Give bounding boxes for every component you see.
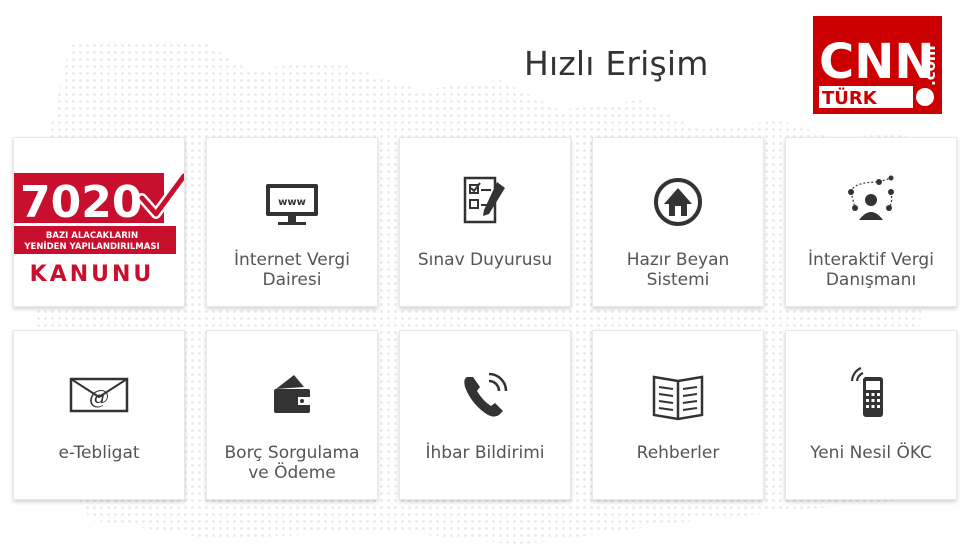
wallet-card-icon (260, 363, 324, 427)
tile-label-line: Dairesi (262, 270, 322, 290)
tile-label-borc-sorgulama-ve-odeme: Borç Sorgulama ve Ödeme (213, 443, 371, 483)
promo-line1: BAZI ALACAKLARIN (46, 231, 138, 241)
monitor-www-icon: www (260, 170, 324, 234)
tile-label-line: Danışmanı (825, 270, 917, 290)
tile-ihbar-bildirimi[interactable]: İhbar Bildirimi (399, 330, 571, 500)
tile-label-line: İnternet Vergi (234, 250, 350, 270)
cnn-logo-text: CNN (819, 34, 935, 90)
svg-text:@: @ (89, 385, 109, 409)
svg-text:www: www (278, 197, 306, 208)
tile-label-rehberler: Rehberler (599, 443, 757, 463)
phone-ringing-icon (453, 363, 517, 427)
open-book-icon (646, 363, 710, 427)
tile-label-hazir-beyan-sistemi: Hazır Beyan Sistemi (599, 250, 757, 290)
tile-e-tebligat[interactable]: @ e-Tebligat (13, 330, 185, 500)
tile-label-line: Borç Sorgulama (224, 443, 360, 463)
tile-borc-sorgulama-ve-odeme[interactable]: Borç Sorgulama ve Ödeme (206, 330, 378, 500)
tile-hazir-beyan-sistemi[interactable]: Hazır Beyan Sistemi (592, 137, 764, 307)
tile-label-line: İnteraktif Vergi (808, 250, 934, 270)
tile-label-line: e-Tebligat (58, 443, 140, 463)
house-circle-icon (646, 170, 710, 234)
tile-label-line: Sınav Duyurusu (417, 250, 553, 270)
tile-yeni-nesil-okc[interactable]: Yeni Nesil ÖKC (785, 330, 957, 500)
pos-terminal-icon (839, 363, 903, 427)
tile-interaktif-vergi-danismani[interactable]: İnteraktif Vergi Danışmanı (785, 137, 957, 307)
tile-label-line: Rehberler (636, 443, 720, 463)
promo-line2: YENİDEN YAPILANDIRILMASI (23, 241, 159, 252)
page-title: Hızlı Erişim (524, 44, 709, 83)
promo-number: 7020 (20, 177, 142, 228)
tile-label-line: Yeni Nesil ÖKC (810, 443, 932, 463)
tile-label-e-tebligat: e-Tebligat (20, 443, 178, 463)
exam-checklist-icon (453, 170, 517, 234)
tile-label-line: İhbar Bildirimi (425, 443, 545, 463)
tile-label-yeni-nesil-okc: Yeni Nesil ÖKC (792, 443, 950, 463)
envelope-at-icon: @ (67, 363, 131, 427)
tile-label-line: ve Ödeme (248, 463, 336, 483)
tile-label-internet-vergi-dairesi: İnternet Vergi Dairesi (213, 250, 371, 290)
tile-internet-vergi-dairesi[interactable]: www İnternet Vergi Dairesi (206, 137, 378, 307)
tile-label-line: Hazır Beyan (626, 250, 730, 270)
com-logo-text: .com (921, 45, 939, 86)
promo-line3: KANUNU (30, 262, 155, 287)
7020-kanunu-badge-icon: 7020 BAZI ALACAKLARIN YENİDEN YAPILANDIR… (14, 171, 184, 287)
tile-label-ihbar-bildirimi: İhbar Bildirimi (406, 443, 564, 463)
turk-logo-text: TÜRK (822, 87, 878, 109)
advisor-network-icon (839, 170, 903, 234)
tile-7020-kanunu[interactable]: 7020 BAZI ALACAKLARIN YENİDEN YAPILANDIR… (13, 137, 185, 307)
tile-label-interaktif-vergi-danismani: İnteraktif Vergi Danışmanı (792, 250, 950, 290)
tile-rehberler[interactable]: Rehberler (592, 330, 764, 500)
tile-label-line: Sistemi (646, 270, 710, 290)
tile-label-sinav-duyurusu: Sınav Duyurusu (406, 250, 564, 270)
tile-sinav-duyurusu[interactable]: Sınav Duyurusu (399, 137, 571, 307)
cnn-turk-logo[interactable]: CNN .com TÜRK (813, 16, 942, 114)
